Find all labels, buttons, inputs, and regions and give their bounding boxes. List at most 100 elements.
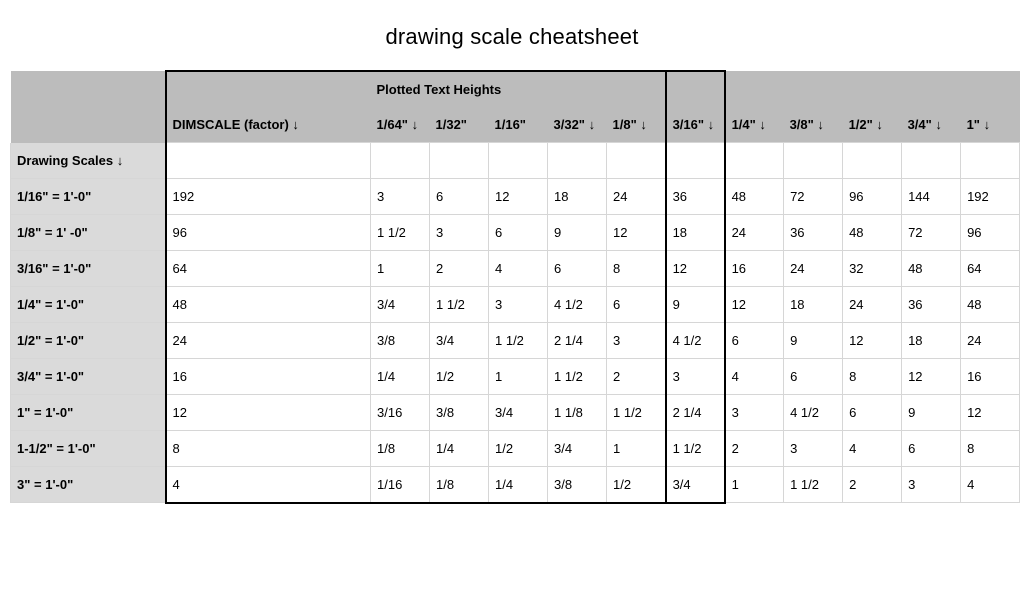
value-cell: 32 bbox=[843, 250, 902, 286]
value-cell: 24 bbox=[843, 286, 902, 322]
value-cell: 12 bbox=[607, 214, 666, 250]
value-cell: 18 bbox=[902, 322, 961, 358]
value-cell: 1/4 bbox=[371, 358, 430, 394]
value-cell: 1/2 bbox=[489, 430, 548, 466]
row-scale-label: 1-1/2" = 1'-0" bbox=[11, 430, 166, 466]
value-cell: 16 bbox=[725, 250, 784, 286]
value-cell: 192 bbox=[961, 178, 1020, 214]
value-cell: 6 bbox=[843, 394, 902, 430]
cell-empty bbox=[430, 143, 489, 179]
row-scale-label: 1/8" = 1' -0" bbox=[11, 214, 166, 250]
value-cell: 1 1/2 bbox=[548, 358, 607, 394]
value-cell: 2 bbox=[607, 358, 666, 394]
table-row: 1-1/2" = 1'-0"81/81/41/23/411 1/223468 bbox=[11, 430, 1020, 466]
value-cell: 2 bbox=[430, 250, 489, 286]
value-cell: 16 bbox=[961, 358, 1020, 394]
cell-empty bbox=[489, 143, 548, 179]
drawing-scales-label-row: Drawing Scales ↓ bbox=[11, 143, 1020, 179]
value-cell: 1/2 bbox=[607, 466, 666, 503]
value-cell: 3 bbox=[489, 286, 548, 322]
value-cell: 72 bbox=[784, 178, 843, 214]
value-cell: 1 1/2 bbox=[607, 394, 666, 430]
value-cell: 12 bbox=[902, 358, 961, 394]
value-cell: 18 bbox=[548, 178, 607, 214]
value-cell: 18 bbox=[784, 286, 843, 322]
table-body: Drawing Scales ↓1/16" = 1'-0"19236121824… bbox=[11, 143, 1020, 503]
table-row: 1/16" = 1'-0"1923612182436487296144192 bbox=[11, 178, 1020, 214]
value-cell: 72 bbox=[902, 214, 961, 250]
dimscale-cell: 64 bbox=[166, 250, 371, 286]
value-cell: 3 bbox=[784, 430, 843, 466]
value-cell: 1 bbox=[371, 250, 430, 286]
value-cell: 9 bbox=[666, 286, 725, 322]
col-3-8: 3/8" ↓ bbox=[784, 107, 843, 143]
value-cell: 2 1/4 bbox=[548, 322, 607, 358]
col-1-2: 1/2" ↓ bbox=[843, 107, 902, 143]
value-cell: 6 bbox=[607, 286, 666, 322]
drawing-scales-label: Drawing Scales ↓ bbox=[11, 143, 166, 179]
value-cell: 96 bbox=[961, 214, 1020, 250]
cell-empty bbox=[725, 143, 784, 179]
value-cell: 4 bbox=[843, 430, 902, 466]
value-cell: 24 bbox=[784, 250, 843, 286]
value-cell: 1 1/2 bbox=[784, 466, 843, 503]
value-cell: 3 bbox=[430, 214, 489, 250]
value-cell: 12 bbox=[666, 250, 725, 286]
cell-empty bbox=[548, 143, 607, 179]
cell-empty bbox=[961, 143, 1020, 179]
value-cell: 9 bbox=[548, 214, 607, 250]
col-1-64: 1/64" ↓ bbox=[371, 107, 430, 143]
value-cell: 1 1/2 bbox=[430, 286, 489, 322]
value-cell: 2 1/4 bbox=[666, 394, 725, 430]
value-cell: 96 bbox=[843, 178, 902, 214]
dimscale-cell: 12 bbox=[166, 394, 371, 430]
value-cell: 4 1/2 bbox=[784, 394, 843, 430]
value-cell: 3 bbox=[666, 358, 725, 394]
col-1-16: 1/16" bbox=[489, 107, 548, 143]
value-cell: 1/8 bbox=[430, 466, 489, 503]
value-cell: 1/16 bbox=[371, 466, 430, 503]
header-row-1: Plotted Text Heights bbox=[11, 71, 1020, 107]
value-cell: 3/8 bbox=[548, 466, 607, 503]
value-cell: 3/4 bbox=[548, 430, 607, 466]
row-scale-label: 3" = 1'-0" bbox=[11, 466, 166, 503]
value-cell: 3 bbox=[371, 178, 430, 214]
value-cell: 48 bbox=[961, 286, 1020, 322]
table-row: 1" = 1'-0"123/163/83/41 1/81 1/22 1/434 … bbox=[11, 394, 1020, 430]
value-cell: 12 bbox=[843, 322, 902, 358]
table-row: 3" = 1'-0"41/161/81/43/81/23/411 1/2234 bbox=[11, 466, 1020, 503]
value-cell: 4 bbox=[725, 358, 784, 394]
value-cell: 36 bbox=[666, 178, 725, 214]
table-row: 1/2" = 1'-0"243/83/41 1/22 1/434 1/26912… bbox=[11, 322, 1020, 358]
value-cell: 1 1/2 bbox=[489, 322, 548, 358]
value-cell: 6 bbox=[784, 358, 843, 394]
row-scale-label: 1/2" = 1'-0" bbox=[11, 322, 166, 358]
value-cell: 12 bbox=[489, 178, 548, 214]
row-scale-label: 3/4" = 1'-0" bbox=[11, 358, 166, 394]
cell-empty bbox=[843, 143, 902, 179]
value-cell: 8 bbox=[843, 358, 902, 394]
value-cell: 24 bbox=[607, 178, 666, 214]
value-cell: 9 bbox=[902, 394, 961, 430]
value-cell: 12 bbox=[725, 286, 784, 322]
value-cell: 2 bbox=[843, 466, 902, 503]
dimscale-label: DIMSCALE (factor) ↓ bbox=[173, 117, 299, 132]
value-cell: 4 1/2 bbox=[666, 322, 725, 358]
table-row: 3/4" = 1'-0"161/41/211 1/2234681216 bbox=[11, 358, 1020, 394]
col-1-8: 1/8" ↓ bbox=[607, 107, 666, 143]
value-cell: 4 bbox=[489, 250, 548, 286]
value-cell: 1 1/2 bbox=[666, 430, 725, 466]
value-cell: 6 bbox=[725, 322, 784, 358]
value-cell: 48 bbox=[843, 214, 902, 250]
value-cell: 24 bbox=[725, 214, 784, 250]
col-3-32: 3/32" ↓ bbox=[548, 107, 607, 143]
value-cell: 64 bbox=[961, 250, 1020, 286]
value-cell: 3 bbox=[902, 466, 961, 503]
value-cell: 1 1/8 bbox=[548, 394, 607, 430]
value-cell: 4 bbox=[961, 466, 1020, 503]
value-cell: 3/8 bbox=[430, 394, 489, 430]
value-cell: 1 bbox=[725, 466, 784, 503]
value-cell: 144 bbox=[902, 178, 961, 214]
value-cell: 6 bbox=[430, 178, 489, 214]
row-scale-label: 3/16" = 1'-0" bbox=[11, 250, 166, 286]
